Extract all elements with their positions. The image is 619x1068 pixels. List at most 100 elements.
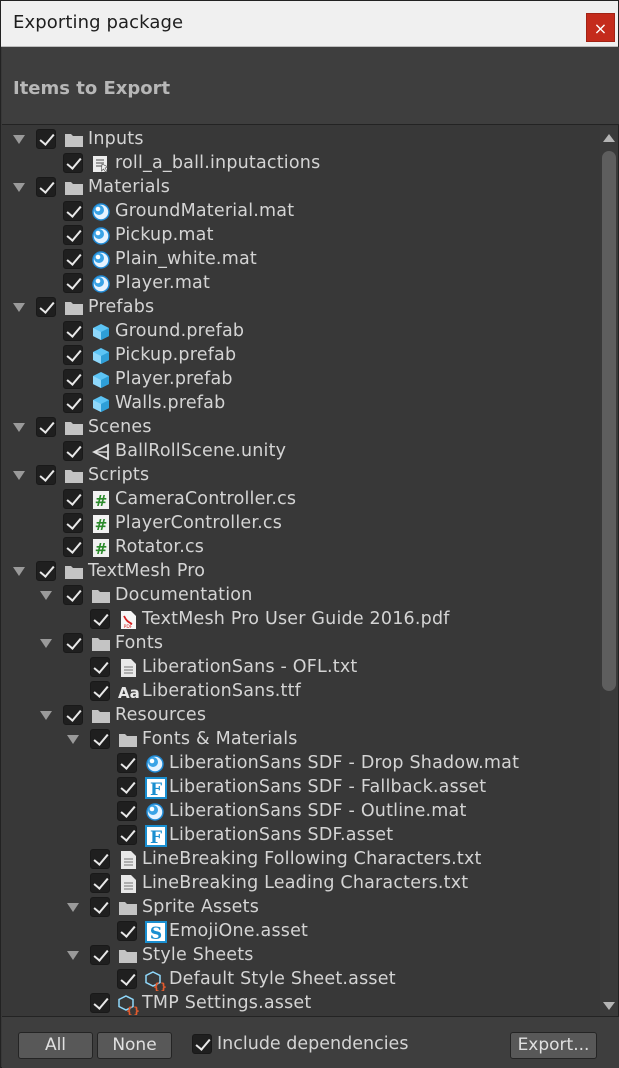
tree-file-row[interactable]: roll_a_ball.inputactions [2, 152, 600, 176]
scroll-up-arrow-icon[interactable] [603, 134, 615, 142]
item-checkbox[interactable] [90, 849, 110, 869]
tree-file-row[interactable]: Player.prefab [2, 368, 600, 392]
item-checkbox[interactable] [63, 585, 83, 605]
expand-arrow-icon[interactable] [13, 567, 25, 576]
expand-arrow-icon[interactable] [40, 591, 52, 600]
tree-file-row[interactable]: PDF TextMesh Pro User Guide 2016.pdf [2, 608, 600, 632]
expand-arrow-icon[interactable] [40, 639, 52, 648]
item-checkbox[interactable] [36, 129, 56, 149]
tree-file-row[interactable]: F LiberationSans SDF - Fallback.asset [2, 776, 600, 800]
tree-file-row[interactable]: {} TMP Settings.asset [2, 992, 600, 1016]
item-checkbox[interactable] [63, 201, 83, 221]
item-checkbox[interactable] [90, 873, 110, 893]
tree-file-row[interactable]: S EmojiOne.asset [2, 920, 600, 944]
material-sphere-icon [91, 227, 111, 245]
tree-file-row[interactable]: LiberationSans SDF - Outline.mat [2, 800, 600, 824]
tree-file-row[interactable]: Ground.prefab [2, 320, 600, 344]
scrollbar-thumb[interactable] [602, 151, 616, 691]
tree-file-row[interactable]: # Rotator.cs [2, 536, 600, 560]
items-to-export-heading: Items to Export [13, 78, 171, 99]
item-checkbox[interactable] [63, 369, 83, 389]
select-all-button[interactable]: All [18, 1032, 93, 1059]
item-checkbox[interactable] [63, 537, 83, 557]
item-checkbox[interactable] [63, 441, 83, 461]
item-checkbox[interactable] [63, 489, 83, 509]
title-bar[interactable]: Exporting package × [1, 1, 618, 47]
item-checkbox[interactable] [90, 729, 110, 749]
expand-arrow-icon[interactable] [13, 135, 25, 144]
item-checkbox[interactable] [63, 153, 83, 173]
item-checkbox[interactable] [90, 993, 110, 1013]
tree-file-row[interactable]: {} Default Style Sheet.asset [2, 968, 600, 993]
tree-folder-row[interactable]: Fonts & Materials [2, 728, 600, 752]
tree-file-row[interactable]: F LiberationSans SDF.asset [2, 824, 600, 848]
item-checkbox[interactable] [36, 561, 56, 581]
expand-arrow-icon[interactable] [40, 711, 52, 720]
tree-file-row[interactable]: Aa LiberationSans.ttf [2, 680, 600, 704]
tree-folder-row[interactable]: TextMesh Pro [2, 560, 600, 584]
item-checkbox[interactable] [63, 225, 83, 245]
tree-folder-row[interactable]: Prefabs [2, 296, 600, 320]
item-label: Materials [88, 177, 171, 197]
tree-file-row[interactable]: GroundMaterial.mat [2, 200, 600, 224]
tree-folder-row[interactable]: Resources [2, 704, 600, 728]
items-header: Items to Export [2, 47, 619, 125]
item-checkbox[interactable] [63, 633, 83, 653]
tree-file-row[interactable]: LineBreaking Following Characters.txt [2, 848, 600, 872]
item-checkbox[interactable] [90, 945, 110, 965]
item-checkbox[interactable] [63, 249, 83, 269]
tree-file-row[interactable]: Plain_white.mat [2, 248, 600, 272]
tree-folder-row[interactable]: Style Sheets [2, 944, 600, 968]
expand-arrow-icon[interactable] [67, 951, 79, 960]
tree-file-row[interactable]: BallRollScene.unity [2, 440, 600, 464]
item-checkbox[interactable] [117, 801, 137, 821]
item-checkbox[interactable] [63, 321, 83, 341]
item-checkbox[interactable] [63, 393, 83, 413]
tree-file-row[interactable]: LineBreaking Leading Characters.txt [2, 872, 600, 896]
tree-folder-row[interactable]: Documentation [2, 584, 600, 608]
item-checkbox[interactable] [117, 969, 137, 989]
tree-file-row[interactable]: Player.mat [2, 272, 600, 296]
item-checkbox[interactable] [63, 513, 83, 533]
tree-file-row[interactable]: LiberationSans - OFL.txt [2, 656, 600, 680]
expand-arrow-icon[interactable] [13, 183, 25, 192]
item-checkbox[interactable] [36, 465, 56, 485]
item-checkbox[interactable] [63, 273, 83, 293]
item-checkbox[interactable] [117, 777, 137, 797]
item-checkbox[interactable] [36, 417, 56, 437]
expand-arrow-icon[interactable] [13, 423, 25, 432]
tree-file-row[interactable]: Pickup.mat [2, 224, 600, 248]
item-checkbox[interactable] [63, 705, 83, 725]
tree-file-row[interactable]: LiberationSans SDF - Drop Shadow.mat [2, 752, 600, 776]
expand-arrow-icon[interactable] [13, 471, 25, 480]
tree-scrollbar[interactable] [600, 126, 618, 1016]
item-checkbox[interactable] [90, 897, 110, 917]
tree-file-row[interactable]: Walls.prefab [2, 392, 600, 416]
scroll-down-arrow-icon[interactable] [603, 1002, 615, 1010]
expand-arrow-icon[interactable] [67, 735, 79, 744]
close-button[interactable]: × [586, 13, 615, 42]
export-button[interactable]: Export... [510, 1032, 597, 1059]
tree-folder-row[interactable]: Materials [2, 176, 600, 200]
include-dependencies-checkbox[interactable] [192, 1034, 212, 1054]
expand-arrow-icon[interactable] [13, 303, 25, 312]
item-checkbox[interactable] [117, 921, 137, 941]
tree-folder-row[interactable]: Scripts [2, 464, 600, 488]
tree-folder-row[interactable]: Inputs [2, 128, 600, 152]
tree-file-row[interactable]: # CameraController.cs [2, 488, 600, 512]
tree-folder-row[interactable]: Fonts [2, 632, 600, 656]
item-checkbox[interactable] [36, 177, 56, 197]
tree-file-row[interactable]: Pickup.prefab [2, 344, 600, 368]
item-checkbox[interactable] [36, 297, 56, 317]
item-checkbox[interactable] [90, 609, 110, 629]
expand-arrow-icon[interactable] [67, 903, 79, 912]
item-checkbox[interactable] [117, 825, 137, 845]
item-checkbox[interactable] [90, 657, 110, 677]
tree-file-row[interactable]: # PlayerController.cs [2, 512, 600, 536]
item-checkbox[interactable] [117, 753, 137, 773]
item-checkbox[interactable] [63, 345, 83, 365]
tree-folder-row[interactable]: Scenes [2, 416, 600, 440]
select-none-button[interactable]: None [97, 1032, 172, 1059]
tree-folder-row[interactable]: Sprite Assets [2, 896, 600, 920]
item-checkbox[interactable] [90, 681, 110, 701]
